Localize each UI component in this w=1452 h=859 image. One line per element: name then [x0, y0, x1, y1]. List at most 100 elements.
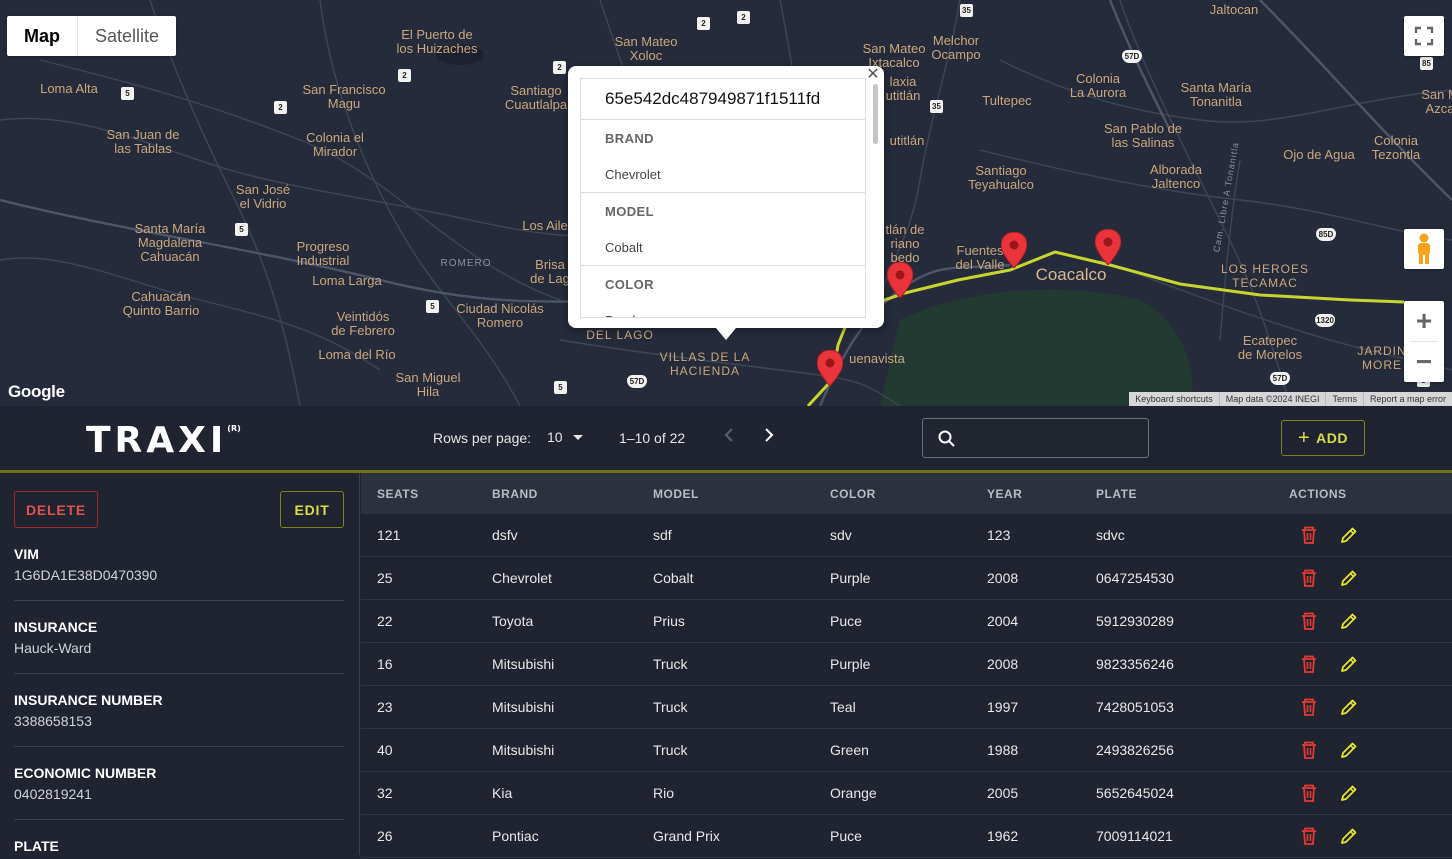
table-row[interactable]: 22 Toyota Prius Puce 2004 5912930289	[361, 600, 1452, 643]
delete-button[interactable]: DELETE	[14, 491, 98, 528]
map-label: Loma Larga	[312, 273, 382, 288]
delete-row-icon[interactable]	[1299, 697, 1319, 717]
pagination-range: 1–10 of 22	[619, 430, 686, 446]
edit-row-icon[interactable]	[1339, 740, 1359, 760]
map-type-satellite-button[interactable]: Satellite	[77, 16, 176, 56]
road-shield: 2	[737, 11, 750, 24]
map-marker[interactable]	[817, 350, 843, 386]
detail-key: INSURANCE NUMBER	[14, 692, 163, 708]
search-input[interactable]	[963, 419, 1143, 457]
detail-field: VIM 1G6DA1E38D0470390	[14, 546, 344, 601]
map-label: Cahuacán Quinto Barrio	[122, 289, 200, 318]
road-shield: 35	[930, 100, 943, 113]
row-actions	[1299, 826, 1359, 846]
fullscreen-button[interactable]	[1404, 16, 1444, 56]
table-row[interactable]: 32 Kia Rio Orange 2005 5652645024	[361, 772, 1452, 815]
map-marker[interactable]	[887, 262, 913, 298]
column-header-year[interactable]: YEAR	[987, 487, 1022, 501]
map-label: LOS HEROES TECAMAC	[1220, 262, 1310, 290]
column-header-plate[interactable]: PLATE	[1096, 487, 1137, 501]
delete-row-icon[interactable]	[1299, 525, 1319, 545]
road-shield: 57D	[1122, 50, 1142, 63]
delete-row-icon[interactable]	[1299, 826, 1319, 846]
table-row[interactable]: 23 Mitsubishi Truck Teal 1997 7428051053	[361, 686, 1452, 729]
info-content[interactable]: 65e542dc487949871f1511fd BRAND Chevrolet…	[580, 78, 866, 318]
report-error-link[interactable]: Report a map error	[1362, 392, 1452, 406]
table-row[interactable]: 40 Mitsubishi Truck Green 1988 2493826256	[361, 729, 1452, 772]
delete-row-icon[interactable]	[1299, 740, 1319, 760]
cell-year: 1962	[987, 828, 1019, 844]
map-type-map-button[interactable]: Map	[7, 16, 77, 56]
zoom-in-button[interactable]: +	[1404, 301, 1444, 341]
street-view-button[interactable]	[1404, 229, 1444, 269]
table-row[interactable]: 26 Pontiac Grand Prix Puce 1962 7009114021	[361, 815, 1452, 858]
keyboard-shortcuts-link[interactable]: Keyboard shortcuts	[1129, 392, 1219, 406]
cell-color: sdv	[830, 527, 852, 543]
map-label: San José el Vidrio	[235, 182, 291, 211]
add-button-label: ADD	[1316, 430, 1349, 446]
map-label: Jaltocan	[1209, 2, 1259, 17]
info-section: COLOR Purple	[581, 266, 865, 317]
delete-row-icon[interactable]	[1299, 783, 1319, 803]
map[interactable]: El Puerto de los Huizaches San Mateo Xol…	[0, 0, 1452, 406]
edit-row-icon[interactable]	[1339, 525, 1359, 545]
toolbar: TRAXI(R) Rows per page: 10 1–10 of 22 + …	[0, 406, 1452, 473]
next-page-button[interactable]	[762, 425, 776, 451]
edit-row-icon[interactable]	[1339, 654, 1359, 674]
cell-model: sdf	[653, 527, 672, 543]
edit-row-icon[interactable]	[1339, 697, 1359, 717]
map-marker[interactable]	[1095, 229, 1121, 265]
search-icon	[938, 430, 955, 447]
previous-page-button[interactable]	[722, 425, 736, 451]
table-row[interactable]: 16 Mitsubishi Truck Purple 2008 9823356246	[361, 643, 1452, 686]
edit-row-icon[interactable]	[1339, 611, 1359, 631]
zoom-out-button[interactable]: −	[1404, 342, 1444, 382]
terms-link[interactable]: Terms	[1325, 392, 1363, 406]
detail-value: Hauck-Ward	[14, 640, 92, 656]
map-label: tlán de riano bedo	[885, 222, 925, 265]
cell-seats: 32	[377, 785, 393, 801]
map-marker[interactable]	[1001, 232, 1027, 268]
edit-row-icon[interactable]	[1339, 783, 1359, 803]
chevron-right-icon	[765, 428, 774, 442]
vehicle-detail-panel: DELETE EDIT VIM 1G6DA1E38D0470390 INSURA…	[0, 473, 360, 855]
edit-row-icon[interactable]	[1339, 826, 1359, 846]
road-shield: 2	[398, 69, 411, 82]
info-close-button[interactable]: ✕	[864, 66, 882, 84]
cell-color: Purple	[830, 570, 871, 586]
info-scrollbar[interactable]	[873, 84, 878, 144]
cell-year: 2005	[987, 785, 1019, 801]
column-header-color[interactable]: COLOR	[830, 487, 876, 501]
rows-per-page-value: 10	[547, 429, 563, 445]
cell-year: 1997	[987, 699, 1019, 715]
info-section: MODEL Cobalt	[581, 193, 865, 266]
map-label: Colonia Tezontla	[1371, 133, 1421, 162]
delete-row-icon[interactable]	[1299, 568, 1319, 588]
table-row[interactable]: 25 Chevrolet Cobalt Purple 2008 0647254530	[361, 557, 1452, 600]
map-label: San Juan de las Tablas	[106, 127, 180, 156]
delete-row-icon[interactable]	[1299, 611, 1319, 631]
row-actions	[1299, 783, 1359, 803]
plus-icon: +	[1297, 427, 1311, 449]
table-row[interactable]: 121 dsfv sdf sdv 123 sdvc	[361, 514, 1452, 557]
column-header-model[interactable]: MODEL	[653, 487, 699, 501]
column-header-actions: ACTIONS	[1289, 486, 1347, 501]
column-header-brand[interactable]: BRAND	[492, 487, 538, 501]
road-shield: 2	[274, 101, 287, 114]
cell-color: Purple	[830, 656, 871, 672]
edit-button[interactable]: EDIT	[280, 491, 344, 528]
rows-per-page-select[interactable]: 10	[547, 429, 583, 445]
fullscreen-icon	[1414, 26, 1434, 46]
cell-color: Green	[830, 742, 869, 758]
cell-plate: sdvc	[1096, 527, 1125, 543]
edit-row-icon[interactable]	[1339, 568, 1359, 588]
row-actions	[1299, 611, 1359, 631]
cell-year: 1988	[987, 742, 1019, 758]
column-header-seats[interactable]: SEATS	[377, 487, 419, 501]
cell-model: Truck	[653, 656, 688, 672]
cell-year: 2008	[987, 656, 1019, 672]
delete-row-icon[interactable]	[1299, 654, 1319, 674]
map-label: Santiago Cuautlalpa	[504, 83, 568, 112]
add-button[interactable]: + ADD	[1281, 420, 1365, 456]
map-label: San Pablo de las Salinas	[1103, 121, 1183, 150]
